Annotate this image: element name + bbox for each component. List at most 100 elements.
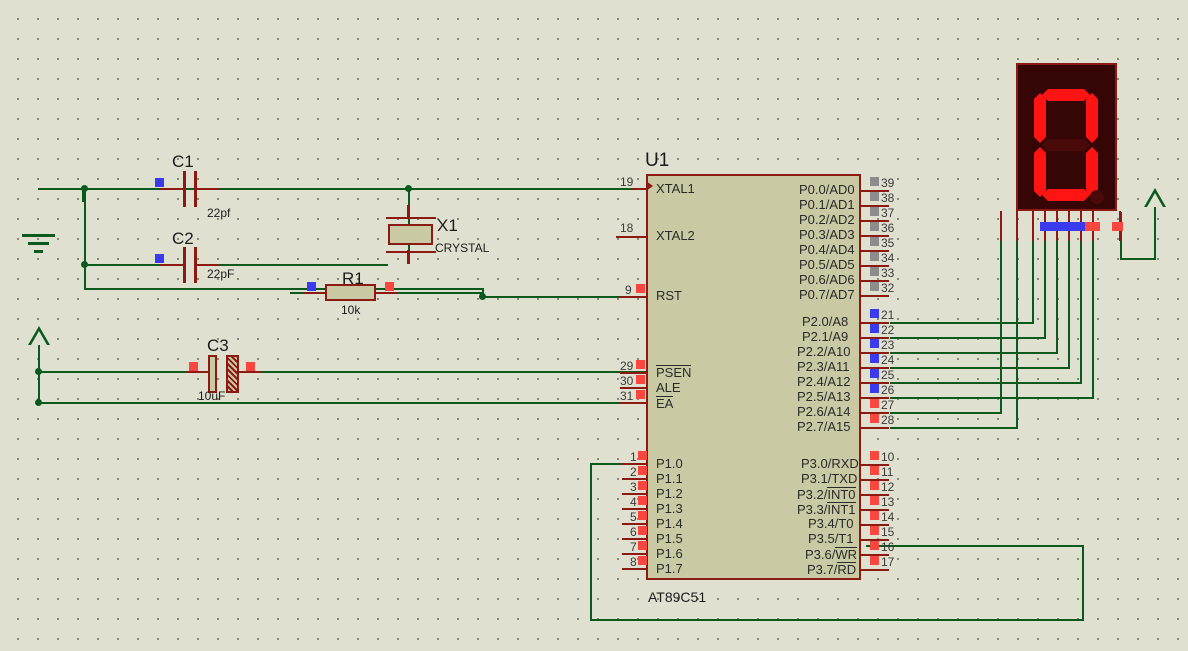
probe-p1-3 xyxy=(638,496,647,505)
wire-p2-5v[interactable] xyxy=(1092,240,1094,399)
segment-f xyxy=(1034,93,1046,143)
ic-pinlabel-p0-7: P0.7/AD7 xyxy=(799,287,855,302)
probe-c3-left xyxy=(189,362,198,371)
r1-reference: R1 xyxy=(342,269,364,288)
wire-c1-right[interactable] xyxy=(216,188,416,190)
probe-r1-left xyxy=(307,282,316,291)
ic-pinnum-11: 11 xyxy=(881,465,894,479)
ic-pinnum-21: 21 xyxy=(881,308,895,322)
wire-p2-5[interactable] xyxy=(890,397,1094,399)
wire-p2-1v[interactable] xyxy=(1044,240,1046,339)
ic-pinlabel-p0-5: P0.5/AD5 xyxy=(799,257,855,272)
ic-pinnum-4: 4 xyxy=(630,495,637,509)
wire-p2-2[interactable] xyxy=(890,352,1058,354)
wire-c3-left[interactable] xyxy=(38,371,210,373)
ic-pinlabel-p3-4: P3.4/T0 xyxy=(808,516,854,531)
wire-c2-left[interactable] xyxy=(84,264,160,266)
wire-p2-7[interactable] xyxy=(890,427,1018,429)
probe-display-bus-low xyxy=(1040,222,1085,231)
wire-p35-down[interactable] xyxy=(1082,545,1084,621)
wire-p2-4v[interactable] xyxy=(1080,240,1082,384)
wire-p2-7v[interactable] xyxy=(1016,240,1018,429)
r1-value: 10k xyxy=(341,303,361,317)
probe-p2-0 xyxy=(870,309,879,318)
wire-p2-1[interactable] xyxy=(890,337,1046,339)
display-lead-1 xyxy=(1032,211,1034,241)
ic-pinlabel-p3-2: P3.2/INT0 xyxy=(797,487,856,502)
wire-node-a-vert[interactable] xyxy=(84,188,86,289)
ic-pinnum-14: 14 xyxy=(881,510,895,524)
segment-e xyxy=(1034,147,1046,197)
ic-pinnum-13: 13 xyxy=(881,495,895,509)
ic-pinlabel-p3-6: P3.6/WR xyxy=(805,547,858,562)
probe-p2-5 xyxy=(870,384,879,393)
probe-p2-3 xyxy=(870,354,879,363)
ic-pinnum-38: 38 xyxy=(881,191,895,205)
ic-pinnum-35: 35 xyxy=(881,236,895,250)
segment-b xyxy=(1086,93,1098,143)
ic-pinlabel-p3-7: P3.7/RD xyxy=(807,562,857,577)
c2-value: 22pF xyxy=(207,267,235,281)
wire-vccright-stem[interactable] xyxy=(1154,205,1156,260)
ic-pinlabel-p1-0: P1.0 xyxy=(656,456,683,471)
probe-p3-4 xyxy=(870,511,879,520)
wire-c2-right[interactable] xyxy=(216,264,388,266)
wire-ea-bus[interactable] xyxy=(38,402,646,404)
ic-pinnum-30: 30 xyxy=(620,374,634,388)
ic-reference: U1 xyxy=(645,150,670,171)
probe-p0-3 xyxy=(870,222,879,231)
ic-pinnum-34: 34 xyxy=(881,251,895,265)
probe-p0-5 xyxy=(870,252,879,261)
wire-p10-down[interactable] xyxy=(590,463,592,621)
probe-p1-6 xyxy=(638,541,647,550)
ic-pinnum-5: 5 xyxy=(630,510,637,524)
junction-dot xyxy=(35,399,42,406)
wire-p2-3[interactable] xyxy=(890,367,1070,369)
ic-pinlabel-xtal2: XTAL2 xyxy=(656,228,695,243)
wire-p2-0v[interactable] xyxy=(1032,240,1034,324)
ic-pinnum-8: 8 xyxy=(630,555,637,569)
ic-pinlabel-p2-3: P2.3/A11 xyxy=(797,359,850,374)
ic-pinnum-10: 10 xyxy=(881,450,895,464)
probe-p1-0 xyxy=(638,451,647,460)
display-lead-7 xyxy=(1000,211,1002,241)
wire-vccright-horiz[interactable] xyxy=(1120,258,1156,260)
ic-pinlabel-p1-4: P1.4 xyxy=(656,516,683,531)
ic-pinnum-23: 23 xyxy=(881,338,895,352)
probe-p0-4 xyxy=(870,237,879,246)
ic-pinlabel-p2-7: P2.7/A15 xyxy=(797,419,851,434)
wire-p2-2v[interactable] xyxy=(1056,240,1058,354)
wire-p2-0[interactable] xyxy=(890,322,1034,324)
ic-pinlabel-p1-1: P1.1 xyxy=(656,471,683,486)
ic-pinnum-25: 25 xyxy=(881,368,895,382)
x1-value: CRYSTAL xyxy=(435,241,490,255)
ic-pinlabel-p1-3: P1.3 xyxy=(656,501,683,516)
ic-pinnum-39: 39 xyxy=(881,176,895,190)
c2-reference: C2 xyxy=(172,229,194,248)
wire-rst-bus[interactable] xyxy=(84,288,484,290)
junction-dot xyxy=(81,185,88,192)
ic-lead-32 xyxy=(859,295,889,297)
ic-pinnum-7: 7 xyxy=(630,540,637,554)
wire-c3-right[interactable] xyxy=(237,371,647,373)
wire-p2-4[interactable] xyxy=(890,382,1082,384)
ic-pinnum-12: 12 xyxy=(881,480,895,494)
probe-p3-0 xyxy=(870,451,879,460)
ic-pinnum-31: 31 xyxy=(620,389,634,403)
ic-lead-17 xyxy=(859,569,889,571)
probe-c3-right xyxy=(246,362,255,371)
probe-psen xyxy=(636,360,645,369)
ic-pinnum-37: 37 xyxy=(881,206,895,220)
x1-reference: X1 xyxy=(437,216,458,235)
wire-p2-6[interactable] xyxy=(890,412,1002,414)
wire-p2-6v[interactable] xyxy=(1000,240,1002,414)
schematic-canvas[interactable]: C1 22pf C2 22pF C3 10uF R1 10k X1 CRYSTA… xyxy=(0,0,1188,651)
wire-p2-3v[interactable] xyxy=(1068,240,1070,369)
ic-lead-18 xyxy=(616,236,648,238)
ic-pinlabel-p3-3: P3.3/INT1 xyxy=(797,502,856,517)
ic-pinlabel-p1-2: P1.2 xyxy=(656,486,683,501)
wire-bottom-rail[interactable] xyxy=(590,619,1084,621)
wire-p35-left[interactable] xyxy=(866,545,1084,547)
ic-pinnum-1: 1 xyxy=(630,450,637,464)
c1-reference: C1 xyxy=(172,152,194,171)
